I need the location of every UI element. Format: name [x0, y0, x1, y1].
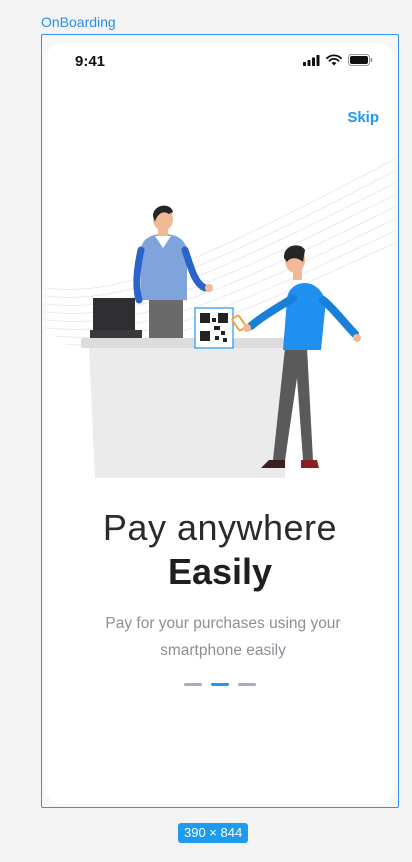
device-frame: 9:41 Skip Pay anywhere Easily Pay for yo…	[41, 34, 399, 808]
wifi-icon	[326, 54, 342, 66]
skip-button[interactable]: Skip	[347, 109, 379, 126]
page-dot[interactable]	[238, 683, 256, 686]
page-dot[interactable]	[184, 683, 202, 686]
onboarding-screen: 9:41 Skip Pay anywhere Easily Pay for yo…	[45, 43, 395, 804]
frame-label: OnBoarding	[41, 14, 116, 30]
page-dot[interactable]	[211, 683, 229, 686]
title-line-2: Easily	[167, 551, 273, 592]
signal-icon	[303, 54, 320, 66]
status-bar: 9:41	[45, 43, 395, 77]
title-line-1: Pay anywhere	[102, 507, 338, 548]
subtitle: Pay for your purchases using your smartp…	[105, 615, 341, 659]
page-indicator	[45, 683, 395, 686]
cash-register	[90, 298, 142, 338]
qr-code-stand	[194, 307, 234, 349]
status-icons	[303, 54, 373, 66]
battery-icon	[348, 54, 373, 66]
status-time: 9:41	[75, 53, 106, 70]
frame-size-badge: 390 × 844	[178, 823, 249, 843]
payment-illustration	[45, 158, 395, 478]
